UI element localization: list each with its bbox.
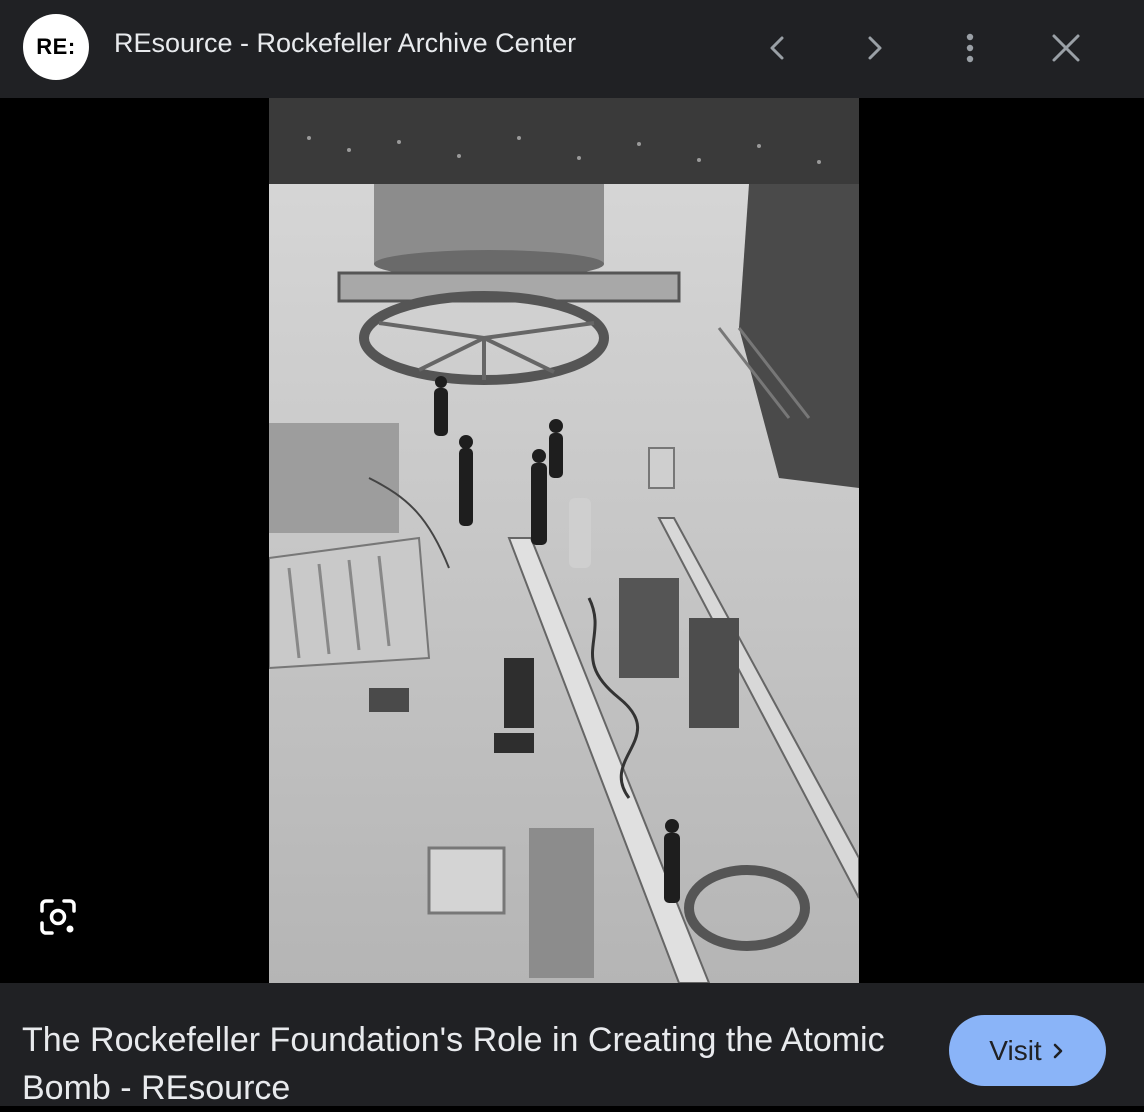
- image-viewer: [0, 98, 1144, 983]
- more-options-icon: [966, 33, 974, 63]
- google-lens-button[interactable]: [36, 895, 80, 939]
- back-button[interactable]: [754, 24, 802, 72]
- preview-image[interactable]: [269, 98, 859, 983]
- forward-icon: [868, 36, 882, 60]
- more-options-button[interactable]: [946, 24, 994, 72]
- factory-floor-photo: [269, 98, 859, 983]
- result-caption[interactable]: The Rockefeller Foundation's Role in Cre…: [22, 1016, 902, 1112]
- google-lens-icon: [40, 899, 76, 935]
- site-title[interactable]: REsource - Rockefeller Archive Center: [114, 28, 576, 59]
- site-logo[interactable]: RE:: [23, 14, 89, 80]
- back-icon: [770, 36, 784, 60]
- close-button[interactable]: [1042, 24, 1090, 72]
- close-icon: [1052, 34, 1080, 62]
- visit-label: Visit: [989, 1034, 1042, 1066]
- top-bar: RE: REsource - Rockefeller Archive Cente…: [0, 0, 1144, 98]
- forward-button[interactable]: [850, 24, 898, 72]
- result-footer: The Rockefeller Foundation's Role in Cre…: [0, 983, 1144, 1107]
- chevron-right-icon: [1053, 1043, 1062, 1058]
- visit-button[interactable]: Visit: [949, 1015, 1106, 1086]
